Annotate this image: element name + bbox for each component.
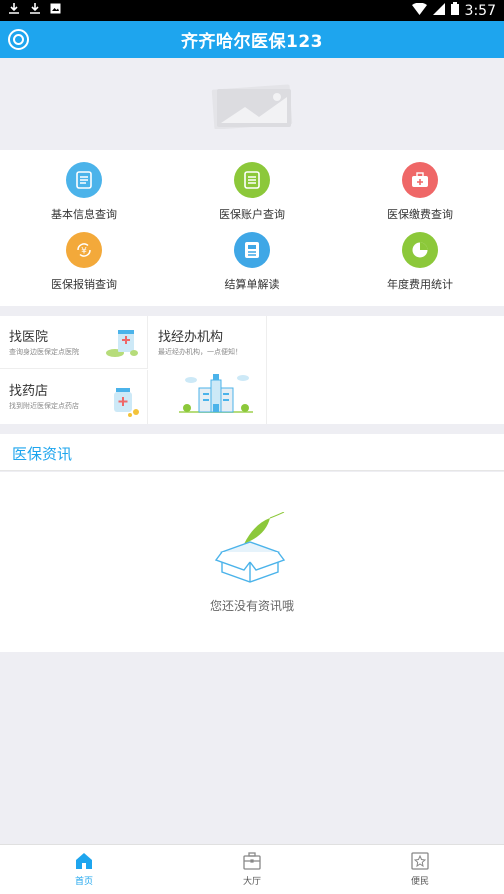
document-icon	[66, 162, 102, 198]
nav-hall[interactable]: 大厅	[168, 845, 336, 894]
service-label: 医保缴费查询	[387, 208, 453, 221]
wifi-icon	[411, 2, 427, 19]
card-icon	[234, 232, 270, 268]
pharmacy-icon	[114, 388, 139, 417]
service-label: 医保账户查询	[219, 208, 285, 221]
image-icon	[50, 3, 61, 18]
service-statement[interactable]: 结算单解读	[168, 232, 336, 302]
service-basic-info[interactable]: 基本信息查询	[0, 162, 168, 232]
news-empty-state: 您还没有资讯哦	[0, 472, 504, 652]
find-hospital-card[interactable]: 找医院 查询身边医保定点医院	[0, 316, 148, 369]
clock: 3:57	[464, 2, 496, 19]
home-icon	[76, 853, 92, 869]
find-agency-card[interactable]: 找经办机构 最近经办机构，一点便知！	[149, 316, 267, 424]
empty-box-icon	[214, 512, 286, 583]
image-placeholder-icon	[211, 84, 293, 129]
star-icon	[411, 852, 429, 870]
battery-icon	[450, 2, 459, 19]
agency-building-icon	[179, 374, 253, 413]
list-icon	[234, 162, 270, 198]
service-annual-stats[interactable]: 年度费用统计	[336, 232, 504, 302]
briefcase-icon	[243, 852, 261, 870]
bottom-navigation: 首页 大厅 便民	[0, 844, 504, 894]
find-section: 找医院 查询身边医保定点医院 找药店 找到附近医保定点药店 找经办机构 最近经办…	[0, 316, 504, 424]
signal-icon	[432, 2, 445, 19]
find-pharmacy-subtitle: 找到附近医保定点药店	[9, 402, 79, 410]
hospital-icon	[106, 330, 138, 357]
service-label: 基本信息查询	[51, 208, 117, 221]
page-title: 齐齐哈尔医保123	[181, 32, 323, 52]
empty-message: 您还没有资讯哦	[209, 599, 294, 613]
service-reimbursement[interactable]: ¥ 医保报销查询	[0, 232, 168, 302]
find-hospital-title: 找医院	[9, 330, 49, 345]
service-account[interactable]: 医保账户查询	[168, 162, 336, 232]
pie-chart-icon	[402, 232, 438, 268]
service-label: 年度费用统计	[387, 278, 453, 291]
nav-label: 大厅	[242, 877, 261, 887]
nav-label: 便民	[410, 877, 429, 887]
find-pharmacy-card[interactable]: 找药店 找到附近医保定点药店	[0, 370, 148, 424]
news-section-header: 医保资讯	[0, 434, 504, 471]
news-title: 医保资讯	[12, 445, 73, 463]
nav-label: 首页	[74, 877, 93, 887]
profile-icon[interactable]	[8, 29, 29, 50]
find-pharmacy-title: 找药店	[9, 384, 49, 399]
service-label: 医保报销查询	[51, 278, 117, 291]
download-icon	[8, 2, 20, 19]
svg-text:¥: ¥	[81, 247, 87, 257]
service-payment[interactable]: 医保缴费查询	[336, 162, 504, 232]
download-icon	[29, 2, 41, 19]
banner[interactable]	[0, 58, 504, 150]
find-agency-subtitle: 最近经办机构，一点便知！	[158, 348, 242, 356]
yuan-refresh-icon: ¥	[66, 232, 102, 268]
app-header: 齐齐哈尔医保123	[0, 21, 504, 58]
medkit-icon	[402, 162, 438, 198]
nav-convenience[interactable]: 便民	[336, 845, 504, 894]
nav-home[interactable]: 首页	[0, 845, 168, 894]
status-bar: 3:57	[0, 0, 504, 21]
find-agency-title: 找经办机构	[158, 330, 224, 345]
service-grid: 基本信息查询 医保账户查询 医保缴费查询 ¥ 医保报销查询 结算单解读 年度费用…	[0, 150, 504, 306]
service-label: 结算单解读	[224, 278, 280, 291]
find-hospital-subtitle: 查询身边医保定点医院	[9, 348, 79, 356]
